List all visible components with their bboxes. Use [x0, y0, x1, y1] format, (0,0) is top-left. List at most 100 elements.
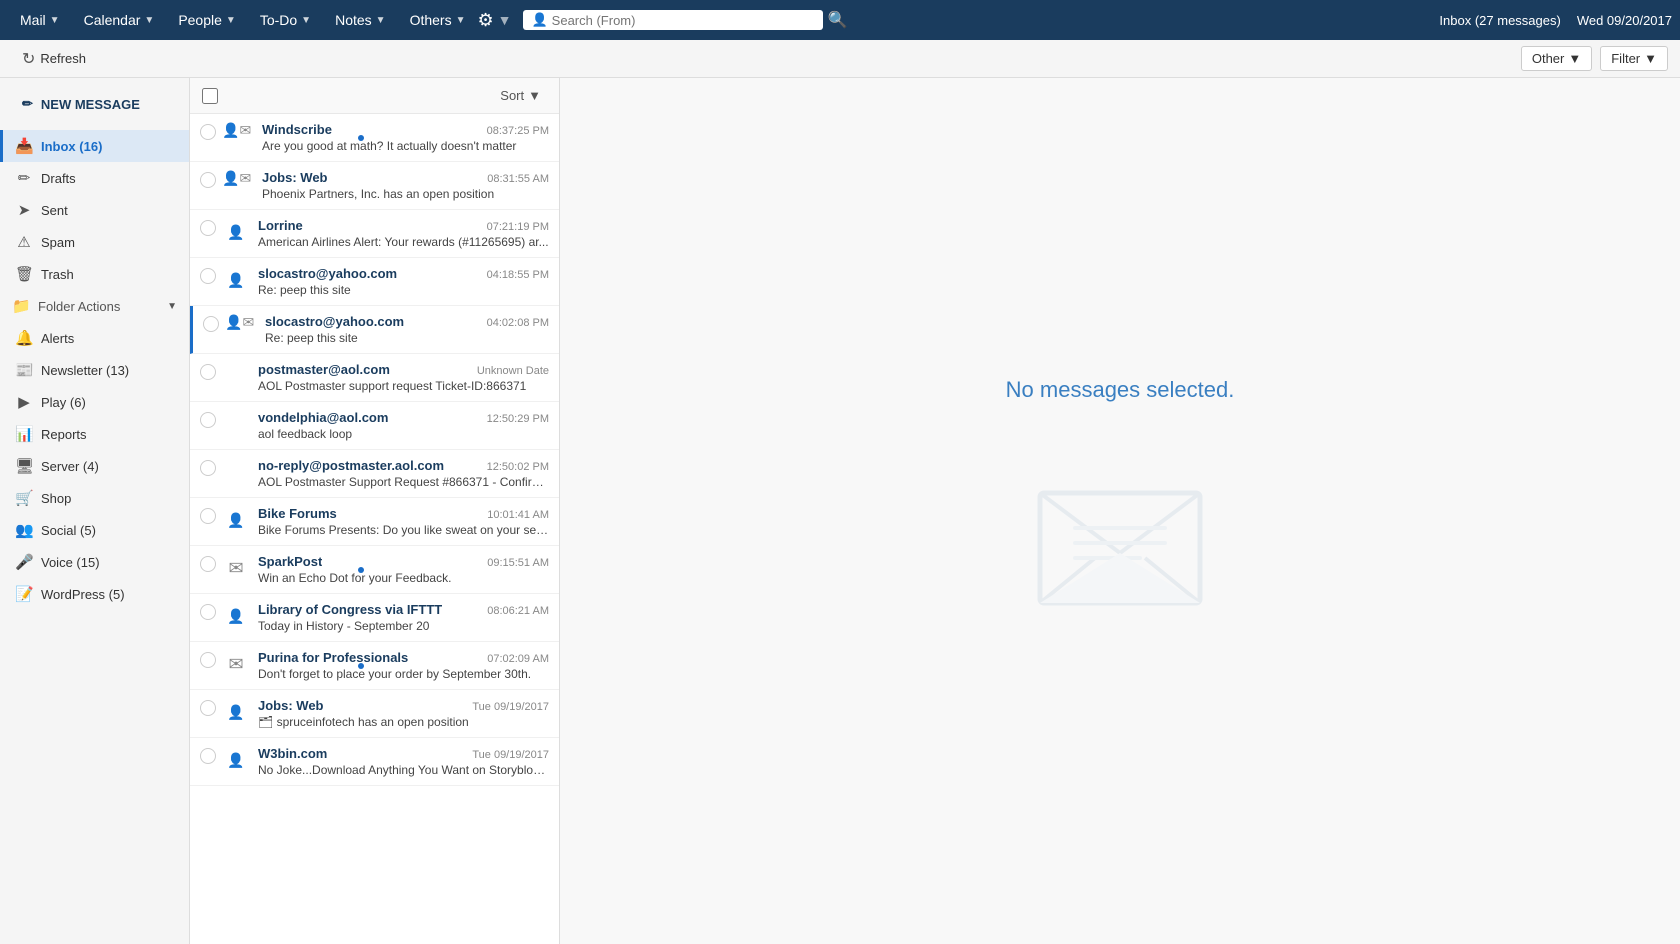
- search-box[interactable]: 👤: [523, 10, 823, 30]
- message-time: 07:21:19 PM: [487, 221, 549, 233]
- sidebar-folder-actions[interactable]: 📁 Folder Actions ▼: [0, 290, 189, 322]
- other-dropdown[interactable]: Other ▼: [1521, 46, 1592, 71]
- sidebar-item-sent[interactable]: ➤ Sent: [0, 194, 189, 226]
- message-row[interactable]: 👤slocastro@yahoo.com04:18:55 PMRe: peep …: [190, 258, 559, 306]
- top-navigation: Mail ▼ Calendar ▼ People ▼ To-Do ▼ Notes…: [0, 0, 1680, 40]
- mail-label: Mail: [20, 12, 46, 28]
- message-content: SparkPost09:15:51 AMWin an Echo Dot for …: [258, 554, 549, 585]
- message-subject: Phoenix Partners, Inc. has an open posit…: [262, 187, 549, 201]
- message-checkbox[interactable]: [200, 172, 216, 188]
- message-checkbox[interactable]: [200, 364, 216, 380]
- folder-actions-arrow-icon: ▼: [167, 301, 177, 312]
- sidebar-item-alerts[interactable]: 🔔 Alerts: [0, 322, 189, 354]
- message-row[interactable]: no-reply@postmaster.aol.com12:50:02 PMAO…: [190, 450, 559, 498]
- message-items: 👤✉Windscribe08:37:25 PMAre you good at m…: [190, 114, 559, 944]
- people-chevron-icon: ▼: [226, 15, 236, 26]
- message-list-header: Sort ▼: [190, 78, 559, 114]
- sidebar-item-voice[interactable]: 🎤 Voice (15): [0, 546, 189, 578]
- message-checkbox[interactable]: [200, 700, 216, 716]
- message-subject: No Joke...Download Anything You Want on …: [258, 763, 549, 777]
- filter-dropdown[interactable]: Filter ▼: [1600, 46, 1668, 71]
- message-row[interactable]: 👤 Library of Congress via IFTTT08:06:21 A…: [190, 594, 559, 642]
- message-row[interactable]: 👤✉Jobs: Web08:31:55 AMPhoenix Partners, …: [190, 162, 559, 210]
- settings-icon[interactable]: ⚙: [477, 10, 493, 31]
- search-submit-icon[interactable]: 🔍: [827, 10, 847, 30]
- calendar-label: Calendar: [84, 12, 141, 28]
- message-row[interactable]: 👤✉slocastro@yahoo.com04:02:08 PMRe: peep…: [190, 306, 559, 354]
- main-area: ✏ NEW MESSAGE 📥 Inbox (16) ✏ Drafts ➤ Se…: [0, 78, 1680, 944]
- sidebar-server-label: Server (4): [41, 459, 99, 474]
- message-sender: postmaster@aol.com: [258, 362, 390, 377]
- nav-people[interactable]: People ▼: [166, 0, 248, 40]
- refresh-button[interactable]: ↻ Refresh: [12, 45, 96, 73]
- select-all-checkbox[interactable]: [202, 88, 218, 104]
- nav-todo[interactable]: To-Do ▼: [248, 0, 323, 40]
- search-input[interactable]: [552, 13, 816, 28]
- message-checkbox[interactable]: [200, 748, 216, 764]
- sidebar-item-server[interactable]: 🖥 Server (4): [0, 450, 189, 482]
- sidebar-item-social[interactable]: 👥 Social (5): [0, 514, 189, 546]
- message-row[interactable]: postmaster@aol.comUnknown DateAOL Postma…: [190, 354, 559, 402]
- sort-button[interactable]: Sort ▼: [494, 86, 547, 105]
- message-checkbox[interactable]: [200, 220, 216, 236]
- sidebar-item-trash[interactable]: 🗑 Trash: [0, 258, 189, 290]
- message-avatar: 👤: [222, 602, 250, 630]
- message-avatar: 👤: [222, 698, 250, 726]
- message-checkbox[interactable]: [200, 460, 216, 476]
- others-label: Others: [410, 12, 452, 28]
- message-row[interactable]: vondelphia@aol.com12:50:29 PMaol feedbac…: [190, 402, 559, 450]
- sidebar-item-spam[interactable]: ⚠ Spam: [0, 226, 189, 258]
- message-checkbox[interactable]: [200, 508, 216, 524]
- message-checkbox[interactable]: [200, 124, 216, 140]
- email-icon: ✉: [239, 170, 251, 187]
- message-checkbox[interactable]: [203, 316, 219, 332]
- message-content: postmaster@aol.comUnknown DateAOL Postma…: [258, 362, 549, 393]
- message-row[interactable]: 👤Lorrine07:21:19 PMAmerican Airlines Ale…: [190, 210, 559, 258]
- other-chevron-icon: ▼: [1568, 51, 1581, 66]
- sidebar-item-newsletter[interactable]: 📰 Newsletter (13): [0, 354, 189, 386]
- nav-mail[interactable]: Mail ▼: [8, 0, 72, 40]
- message-checkbox[interactable]: [200, 604, 216, 620]
- message-subject: aol feedback loop: [258, 427, 549, 441]
- new-message-button[interactable]: ✏ NEW MESSAGE: [10, 90, 179, 118]
- message-checkbox[interactable]: [200, 556, 216, 572]
- nav-notes[interactable]: Notes ▼: [323, 0, 397, 40]
- sidebar-item-shop[interactable]: 🛒 Shop: [0, 482, 189, 514]
- message-sender: vondelphia@aol.com: [258, 410, 388, 425]
- message-time: Tue 09/19/2017: [472, 749, 549, 761]
- sort-label: Sort: [500, 88, 524, 103]
- message-row[interactable]: 👤✉Windscribe08:37:25 PMAre you good at m…: [190, 114, 559, 162]
- message-row[interactable]: 👤Bike Forums10:01:41 AMBike Forums Prese…: [190, 498, 559, 546]
- message-row[interactable]: ✉Purina for Professionals07:02:09 AMDon'…: [190, 642, 559, 690]
- message-checkbox[interactable]: [200, 652, 216, 668]
- sidebar-sent-label: Sent: [41, 203, 68, 218]
- message-content: Jobs: Web08:31:55 AMPhoenix Partners, In…: [262, 170, 549, 201]
- message-avatar: ✉: [222, 554, 250, 582]
- message-time: Tue 09/19/2017: [472, 701, 549, 713]
- notes-chevron-icon: ▼: [376, 15, 386, 26]
- refresh-label: Refresh: [40, 51, 86, 66]
- message-time: 04:02:08 PM: [487, 317, 549, 329]
- play-icon: ▶: [15, 393, 33, 411]
- people-label: People: [178, 12, 222, 28]
- sidebar-item-reports[interactable]: 📊 Reports: [0, 418, 189, 450]
- sidebar-item-wordpress[interactable]: 📝 WordPress (5): [0, 578, 189, 610]
- sidebar-play-label: Play (6): [41, 395, 86, 410]
- message-subject: Re: peep this site: [265, 331, 549, 345]
- message-time: 09:15:51 AM: [487, 557, 549, 569]
- person-icon: 👤: [222, 122, 239, 139]
- message-content: Lorrine07:21:19 PMAmerican Airlines Aler…: [258, 218, 549, 249]
- message-row[interactable]: 👤W3bin.comTue 09/19/2017No Joke...Downlo…: [190, 738, 559, 786]
- message-checkbox[interactable]: [200, 268, 216, 284]
- inbox-status: Inbox (27 messages): [1439, 13, 1560, 28]
- message-checkbox[interactable]: [200, 412, 216, 428]
- sidebar-item-inbox[interactable]: 📥 Inbox (16): [0, 130, 189, 162]
- message-row[interactable]: ✉ SparkPost09:15:51 AMWin an Echo Dot for…: [190, 546, 559, 594]
- sidebar-item-drafts[interactable]: ✏ Drafts: [0, 162, 189, 194]
- nav-calendar[interactable]: Calendar ▼: [72, 0, 167, 40]
- message-content: Library of Congress via IFTTT08:06:21 AM…: [258, 602, 549, 633]
- nav-others[interactable]: Others ▼: [398, 0, 478, 40]
- message-row[interactable]: 👤Jobs: WebTue 09/19/2017🗂 spruceinfotech…: [190, 690, 559, 738]
- sidebar-item-play[interactable]: ▶ Play (6): [0, 386, 189, 418]
- message-sender: Windscribe: [262, 122, 332, 137]
